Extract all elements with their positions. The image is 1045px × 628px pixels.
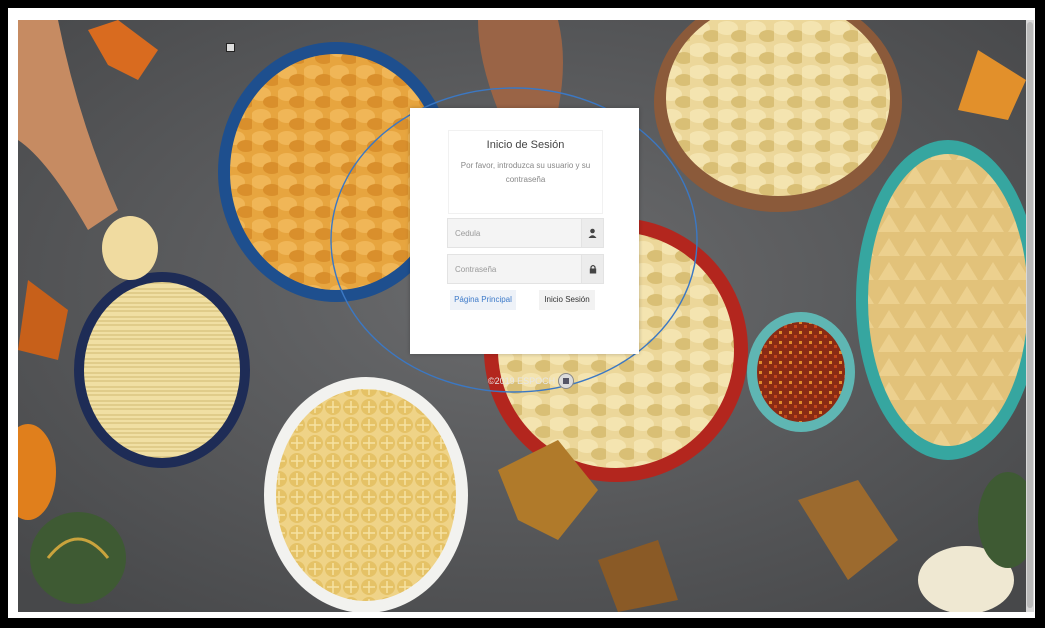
scrollbar[interactable] bbox=[1026, 20, 1034, 612]
footer: ©2019 ESPOCH bbox=[488, 373, 575, 389]
username-field-group bbox=[447, 218, 604, 248]
lock-icon bbox=[581, 255, 603, 283]
login-card: Inicio de Sesión Por favor, introduzca s… bbox=[410, 108, 639, 354]
home-page-button[interactable]: Página Principal bbox=[450, 290, 516, 310]
username-input[interactable] bbox=[448, 219, 574, 247]
login-button[interactable]: Inicio Sesión bbox=[539, 290, 595, 310]
password-field-group bbox=[447, 254, 604, 284]
window-icon bbox=[226, 43, 235, 52]
footer-text: ©2019 ESPOCH bbox=[488, 376, 556, 386]
login-title: Inicio de Sesión bbox=[486, 139, 565, 151]
scrollbar-thumb[interactable] bbox=[1027, 22, 1033, 608]
login-header: Inicio de Sesión Por favor, introduzca s… bbox=[448, 130, 603, 214]
screenshot-frame: Inicio de Sesión Por favor, introduzca s… bbox=[0, 0, 1045, 628]
password-input[interactable] bbox=[448, 255, 574, 283]
user-icon bbox=[581, 219, 603, 247]
login-subtitle: Por favor, introduzca su usuario y su co… bbox=[460, 161, 591, 184]
espoch-logo-icon bbox=[558, 373, 575, 389]
